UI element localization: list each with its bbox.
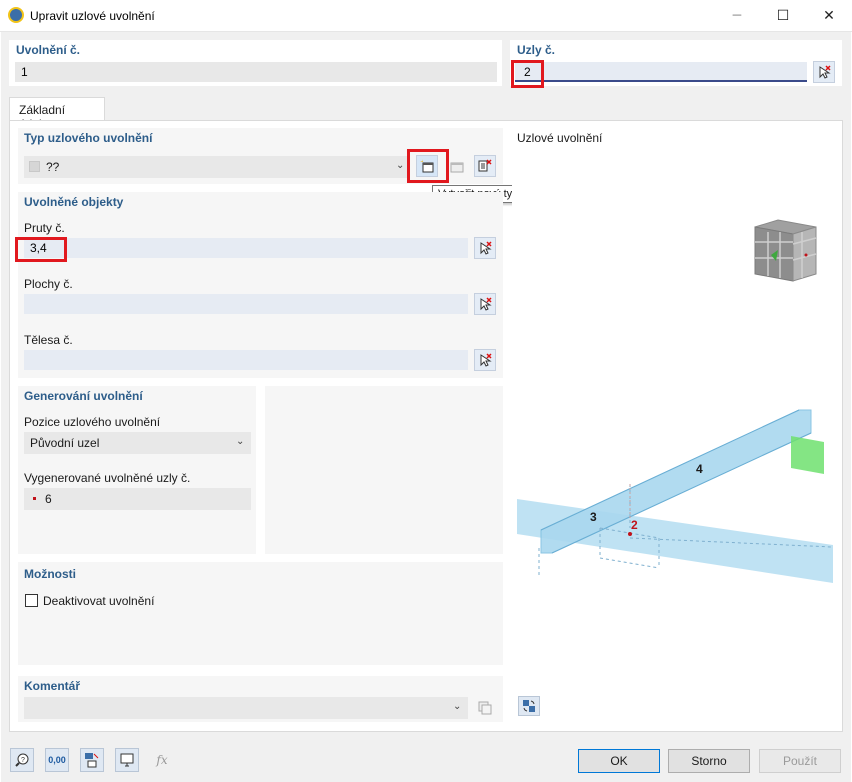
pick-release-type-button[interactable] — [474, 155, 496, 177]
release-number-panel: Uvolnění č. 1 — [9, 40, 502, 86]
monitor-icon — [120, 753, 134, 767]
edit-type-icon — [450, 162, 464, 173]
comment-input[interactable]: ⌄ — [24, 697, 468, 719]
list-pick-icon — [478, 159, 492, 172]
nodes-panel: Uzly č. 2 — [510, 40, 842, 88]
deactivate-label: Deaktivovat uvolnění — [43, 594, 155, 608]
chevron-down-icon: ⌄ — [453, 701, 462, 712]
pick-cursor-icon — [480, 241, 492, 255]
units-button[interactable]: 0,00 — [45, 748, 69, 772]
new-release-type-button[interactable] — [416, 155, 438, 177]
member-4-label: 4 — [696, 462, 703, 476]
chevron-down-icon: ⌄ — [236, 436, 245, 447]
member-3-label: 3 — [590, 510, 597, 524]
pick-cursor-icon — [819, 65, 831, 79]
view-settings-icon — [523, 700, 535, 712]
window-title: Upravit uzlové uvolnění — [30, 9, 155, 23]
svg-text:?: ? — [21, 757, 25, 764]
generation-header: Generování uvolnění — [24, 389, 143, 403]
position-select[interactable]: Původní uzel ⌄ — [24, 432, 251, 454]
release-number-field[interactable]: 1 — [15, 62, 497, 82]
surfaces-label: Plochy č. — [24, 277, 73, 291]
members-highlight — [15, 237, 67, 262]
color-swatch — [29, 161, 40, 172]
options-header: Možnosti — [24, 567, 76, 581]
pick-cursor-icon — [480, 297, 492, 311]
maximize-button[interactable]: ☐ — [760, 0, 806, 32]
cancel-button[interactable]: Storno — [668, 749, 750, 773]
node-dot-icon — [33, 497, 36, 500]
help-search-icon: ? — [15, 753, 29, 767]
ok-button[interactable]: OK — [578, 749, 660, 773]
nodes-highlight — [511, 60, 544, 88]
deactivate-checkbox[interactable] — [25, 594, 38, 607]
solids-label: Tělesa č. — [24, 333, 73, 347]
release-type-value: ?? — [46, 160, 60, 174]
empty-panel — [265, 386, 503, 554]
position-value: Původní uzel — [30, 436, 100, 450]
pick-members-button[interactable] — [474, 237, 496, 259]
title-bar: Upravit uzlové uvolnění ─ ☐ ✕ — [0, 0, 852, 32]
node-2-point[interactable] — [628, 532, 632, 536]
formula-button[interactable]: fx — [150, 748, 174, 772]
release-type-select[interactable]: ?? ⌄ — [24, 156, 410, 178]
minimize-button[interactable]: ─ — [714, 0, 760, 32]
display-icon — [85, 753, 99, 768]
generated-nodes-label: Vygenerované uvolněné uzly č. — [24, 471, 191, 485]
nodes-input[interactable]: 2 — [515, 62, 807, 82]
tab-basic-data[interactable]: Základní údaje — [9, 97, 105, 131]
view-options-button[interactable] — [518, 696, 540, 716]
apply-button[interactable]: Použít — [759, 749, 841, 773]
position-label: Pozice uzlového uvolnění — [24, 415, 161, 429]
release-face — [791, 436, 824, 474]
comment-library-button[interactable] — [474, 697, 496, 719]
comment-panel: Komentář ⌄ — [18, 676, 503, 722]
display-properties-button[interactable] — [80, 748, 104, 772]
pick-solids-button[interactable] — [474, 349, 496, 371]
members-input[interactable]: 3,4 — [24, 238, 468, 258]
view-cube-icon[interactable] — [754, 219, 817, 282]
pick-surfaces-button[interactable] — [474, 293, 496, 315]
nodes-label: Uzly č. — [517, 43, 556, 57]
surfaces-input[interactable] — [24, 294, 468, 314]
generated-nodes-field: 6 — [24, 488, 251, 510]
help-button[interactable]: ? — [10, 748, 34, 772]
close-button[interactable]: ✕ — [806, 0, 852, 32]
chevron-down-icon: ⌄ — [396, 160, 405, 171]
options-panel: Možnosti Deaktivovat uvolnění — [18, 562, 503, 665]
release-type-header: Typ uzlového uvolnění — [24, 131, 153, 145]
model-view-button[interactable] — [115, 748, 139, 772]
app-icon — [8, 7, 24, 23]
solids-input[interactable] — [24, 350, 468, 370]
generation-panel: Generování uvolnění Pozice uzlového uvol… — [18, 386, 256, 554]
node-2-label: 2 — [631, 518, 638, 532]
new-window-icon — [420, 159, 434, 173]
released-objects-panel: Uvolněné objekty Pruty č. 3,4 Plochy č. … — [18, 192, 503, 378]
copy-icon — [478, 701, 492, 715]
release-number-label: Uvolnění č. — [16, 43, 81, 57]
comment-header: Komentář — [24, 679, 81, 693]
released-objects-header: Uvolněné objekty — [24, 195, 124, 209]
pick-nodes-button[interactable] — [813, 61, 835, 83]
preview-panel: Uzlové uvolnění 3 4 2 — [512, 128, 833, 722]
generated-nodes-value: 6 — [45, 492, 52, 506]
members-label: Pruty č. — [24, 221, 65, 235]
preview-canvas[interactable] — [512, 128, 833, 722]
pick-cursor-icon — [480, 353, 492, 367]
edit-release-type-button[interactable] — [446, 155, 468, 177]
